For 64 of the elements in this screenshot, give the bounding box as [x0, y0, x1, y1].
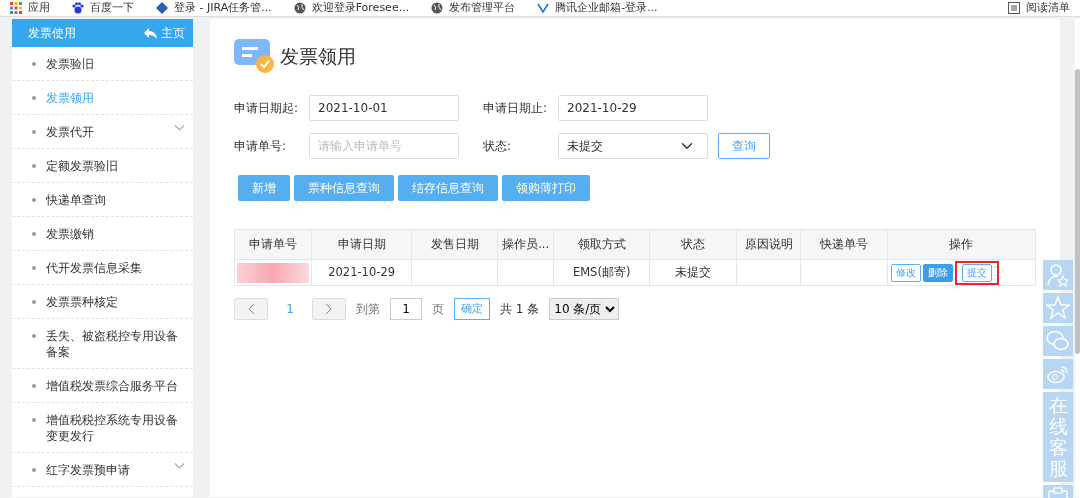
sidebar-item[interactable]: 代开发票信息采集: [12, 251, 193, 285]
field-label: 状态:: [483, 138, 513, 155]
field-label: 申请日期起:: [234, 100, 300, 117]
user-star-icon: [1046, 263, 1070, 287]
field-label: 申请单号:: [234, 138, 288, 155]
sidebar-item[interactable]: 红字发票预申请: [12, 453, 193, 487]
bookmark-link[interactable]: 欢迎登录Foresee...: [293, 0, 410, 17]
paw-icon: [72, 2, 84, 14]
bookmark-link[interactable]: 腾讯企业邮箱-登录...: [537, 0, 658, 17]
scrollbar[interactable]: [1075, 19, 1080, 497]
column-header: 领取方式: [553, 229, 650, 260]
bookmark-link[interactable]: 应用: [10, 0, 50, 17]
date-field[interactable]: 2021-10-29: [558, 95, 708, 121]
chevron-left-icon: [247, 303, 255, 315]
sidebar-item[interactable]: 发票缴销: [12, 217, 193, 251]
bookmark-link[interactable]: 百度一下: [72, 0, 134, 17]
previous-page-button[interactable]: [234, 298, 268, 320]
sidebar-item[interactable]: 增值税发票综合服务平台: [12, 369, 193, 403]
side-panel-button[interactable]: [1043, 293, 1073, 323]
field-label: 申请日期止:: [483, 100, 549, 117]
side-panel-button[interactable]: [1043, 359, 1073, 389]
column-header: 操作员...: [497, 229, 554, 260]
bookmark-link[interactable]: 登录 - JIRA任务管...: [156, 0, 272, 17]
column-header: 发售日期: [411, 229, 498, 260]
page-title: 发票领用: [280, 43, 356, 69]
sidebar-title: 发票使用: [28, 25, 76, 42]
chevron-right-icon: [325, 303, 333, 315]
sidebar-item[interactable]: 增值税税控系统专用设备变更发行: [12, 403, 193, 453]
goto-label: 到第: [356, 301, 380, 318]
side-panel-button[interactable]: [1043, 326, 1073, 356]
status-select[interactable]: 未提交: [558, 133, 708, 159]
page-input[interactable]: 1: [390, 298, 422, 320]
diamond-icon: [156, 2, 168, 14]
star-icon: [1046, 296, 1070, 320]
sidebar-item[interactable]: 定额发票验旧: [12, 149, 193, 183]
column-header: 原因说明: [736, 229, 801, 260]
date-field[interactable]: 2021-10-01: [309, 95, 459, 121]
page-size-select[interactable]: 10 条/页: [549, 298, 620, 320]
envelope-icon: [537, 2, 550, 14]
column-header: 操作: [887, 229, 1036, 260]
column-header: 快递单号: [800, 229, 888, 260]
total-count: 共 1 条: [500, 301, 540, 318]
table-cell: 2021-10-29: [311, 259, 412, 286]
sidebar-item[interactable]: 发票票种核定: [12, 285, 193, 319]
bookmark-link[interactable]: 发布管理平台: [431, 0, 516, 17]
grid-icon: [10, 2, 22, 14]
side-panel-button[interactable]: [1043, 260, 1073, 290]
scrollbar-thumb[interactable]: [1075, 69, 1080, 354]
page-unit-label: 页: [432, 301, 444, 318]
column-header: 申请日期: [311, 229, 412, 260]
sidebar-item[interactable]: 丢失、被盗税控专用设备备案: [12, 319, 193, 369]
list-icon: [1008, 2, 1020, 14]
sidebar-item[interactable]: 快递单查询: [12, 183, 193, 217]
reading-list-button[interactable]: 阅读清单: [1008, 0, 1070, 17]
chat-bubbles-icon: [1046, 329, 1070, 353]
column-header: 申请单号: [234, 229, 312, 260]
column-header: 状态: [649, 229, 737, 260]
back-arrow-icon: [144, 27, 157, 39]
table-cell: 未提交: [649, 259, 737, 286]
table-cell: EMS(邮寄): [553, 259, 650, 286]
sidebar-item[interactable]: 发票验旧: [12, 47, 193, 81]
search-field[interactable]: 请输入申请单号: [309, 133, 459, 159]
sidebar-item[interactable]: 发票代开: [12, 115, 193, 149]
next-page-button[interactable]: [312, 298, 346, 320]
